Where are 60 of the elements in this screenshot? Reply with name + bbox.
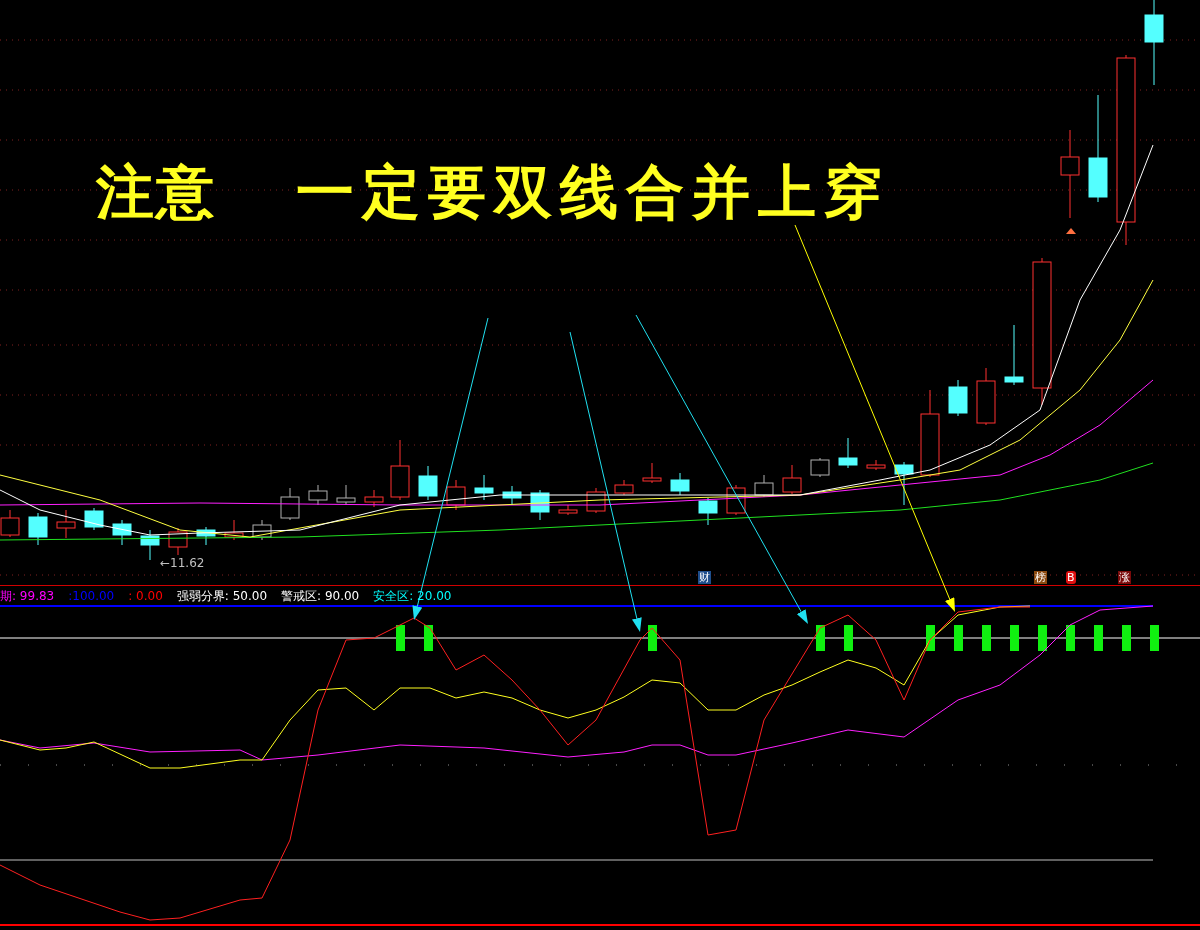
candlestick xyxy=(280,487,300,521)
candlestick xyxy=(866,459,886,471)
candlestick xyxy=(418,465,438,501)
signal-bar xyxy=(424,625,433,651)
indicator-legend-value: 警戒区: 90.00 xyxy=(281,587,360,605)
signal-bar xyxy=(1066,625,1075,651)
event-marker[interactable]: 涨 xyxy=(1118,571,1131,584)
candlestick xyxy=(670,472,690,496)
signal-bar xyxy=(954,625,963,651)
signal-bar xyxy=(816,625,825,651)
candlestick xyxy=(948,379,968,417)
candlestick xyxy=(976,367,996,426)
indicator-legend-value: 安全区: 20.00 xyxy=(373,587,452,605)
candlestick xyxy=(196,526,216,546)
annotation-title: 注意 xyxy=(95,157,217,228)
indicator-legend-value: : 0.00 xyxy=(128,589,163,603)
candlestick xyxy=(698,497,718,526)
candlestick xyxy=(112,519,132,546)
candlestick xyxy=(558,504,578,516)
candlestick xyxy=(642,462,662,484)
candlestick xyxy=(474,474,494,501)
candlestick xyxy=(894,461,914,506)
signal-bar xyxy=(648,625,657,651)
candlestick xyxy=(224,519,244,541)
candlestick xyxy=(168,527,188,556)
candlestick xyxy=(390,439,410,501)
signal-bar xyxy=(926,625,935,651)
candlestick xyxy=(140,529,160,561)
candlestick xyxy=(252,519,272,541)
candlestick xyxy=(446,479,466,511)
triangle-icon xyxy=(1066,228,1076,234)
candlestick xyxy=(364,489,384,508)
signal-bar xyxy=(396,625,405,651)
event-marker[interactable]: B xyxy=(1066,571,1076,584)
signal-bar xyxy=(1122,625,1131,651)
candlestick xyxy=(56,509,76,539)
candlestick xyxy=(838,437,858,469)
signal-bar xyxy=(844,625,853,651)
low-price-label: ←11.62 xyxy=(160,556,205,570)
candlestick xyxy=(28,512,48,546)
event-marker[interactable]: 榜 xyxy=(1034,571,1047,584)
signal-bar xyxy=(1038,625,1047,651)
candlestick xyxy=(614,479,634,496)
candlestick xyxy=(810,457,830,478)
signal-bar xyxy=(1150,625,1159,651)
candlestick xyxy=(502,485,522,506)
indicator-legend-value: 强弱分界: 50.00 xyxy=(176,587,268,605)
candlestick xyxy=(84,507,104,531)
candlestick xyxy=(336,484,356,506)
candlestick xyxy=(530,489,550,521)
candlestick xyxy=(308,484,328,506)
indicator-legend-value: 期: 99.83 xyxy=(0,587,55,605)
signal-bar xyxy=(1010,625,1019,651)
indicator-legend-value: :100.00 xyxy=(68,589,115,603)
signal-bar xyxy=(1094,625,1103,651)
candlestick xyxy=(782,464,802,495)
candlestick xyxy=(1004,324,1024,386)
event-marker[interactable]: 财 xyxy=(698,571,711,584)
annotation-title: 一定要双线合并上穿 xyxy=(295,157,891,228)
signal-bar xyxy=(982,625,991,651)
